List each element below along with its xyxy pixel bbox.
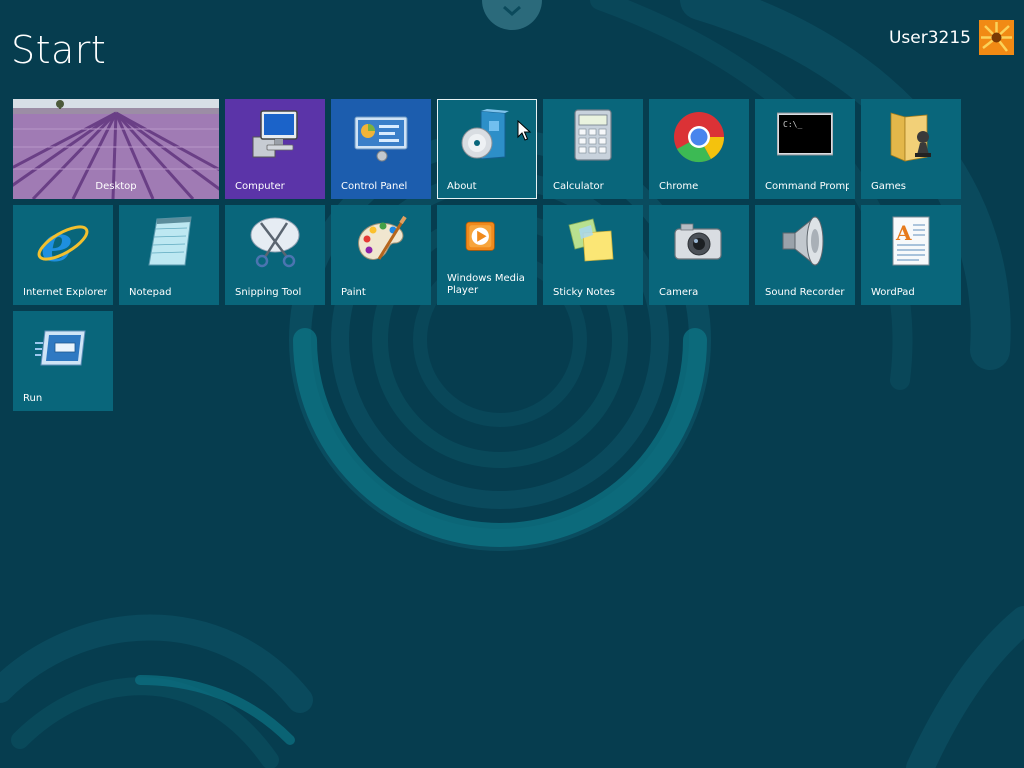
command-prompt-icon: C:\_ [777, 112, 833, 156]
tile-label: Computer [235, 181, 285, 192]
tile-chrome[interactable]: Chrome [649, 99, 749, 199]
calculator-icon [574, 109, 612, 161]
tile-windows-media-player[interactable]: Windows Media Player [437, 205, 537, 305]
tile-paint[interactable]: Paint [331, 205, 431, 305]
tile-about[interactable]: About [437, 99, 537, 199]
tile-sound-recorder[interactable]: Sound Recorder [755, 205, 855, 305]
chevron-down-icon [503, 5, 521, 16]
tile-label: Sound Recorder [765, 287, 845, 298]
tile-control-panel[interactable]: Control Panel [331, 99, 431, 199]
username: User3215 [888, 27, 971, 48]
games-folder-icon [890, 112, 931, 162]
sound-recorder-icon [782, 215, 824, 267]
control-panel-icon [354, 116, 408, 162]
tile-label: Run [23, 393, 43, 404]
tile-run[interactable]: Run [13, 311, 113, 411]
page-title: Start [11, 28, 107, 72]
tile-camera[interactable]: Camera [649, 205, 749, 305]
tile-wordpad[interactable]: A WordPad [861, 205, 961, 305]
tile-label: Windows Media Player [447, 273, 525, 296]
tile-label: Paint [341, 287, 366, 298]
about-disc-icon [461, 109, 509, 160]
media-player-icon [465, 221, 495, 251]
svg-text:A: A [895, 221, 912, 245]
tile-label: Sticky Notes [553, 287, 615, 298]
paint-palette-icon [358, 215, 407, 260]
tile-games[interactable]: Games [861, 99, 961, 199]
tile-label: Games [871, 181, 906, 192]
tile-sticky-notes[interactable]: Sticky Notes [543, 205, 643, 305]
tile-label: Control Panel [341, 181, 408, 192]
tile-label: About [447, 181, 477, 192]
tile-label: Notepad [129, 287, 172, 298]
flower-avatar-icon [979, 20, 1014, 55]
tile-calculator[interactable]: Calculator [543, 99, 643, 199]
sticky-notes-icon [568, 218, 614, 262]
tile-command-prompt[interactable]: C:\_ Command Prompt [755, 99, 855, 199]
chrome-icon [674, 112, 725, 163]
tile-desktop[interactable]: Desktop [13, 99, 219, 199]
mouse-cursor-icon [517, 120, 532, 141]
user-account[interactable]: User3215 [889, 20, 1014, 55]
tile-label: Chrome [659, 181, 699, 192]
tile-internet-explorer[interactable]: e Internet Explorer [13, 205, 113, 305]
tile-label: Snipping Tool [235, 287, 302, 298]
svg-text:C:\_: C:\_ [783, 120, 802, 129]
tile-label: Command Prompt [765, 181, 849, 192]
tile-label: Desktop [95, 181, 137, 192]
tile-snipping-tool[interactable]: Snipping Tool [225, 205, 325, 305]
computer-icon [252, 110, 298, 158]
snipping-tool-icon [250, 217, 300, 268]
notepad-icon [148, 216, 192, 266]
tile-label: Camera [659, 287, 699, 298]
camera-icon [674, 223, 722, 260]
tile-label: WordPad [871, 287, 915, 298]
wordpad-icon: A [892, 216, 930, 266]
run-icon [35, 330, 86, 366]
tile-computer[interactable]: Computer [225, 99, 325, 199]
tile-label: Calculator [553, 181, 604, 192]
tile-notepad[interactable]: Notepad [119, 205, 219, 305]
internet-explorer-icon: e [37, 214, 89, 269]
tile-label: Internet Explorer [23, 287, 107, 298]
